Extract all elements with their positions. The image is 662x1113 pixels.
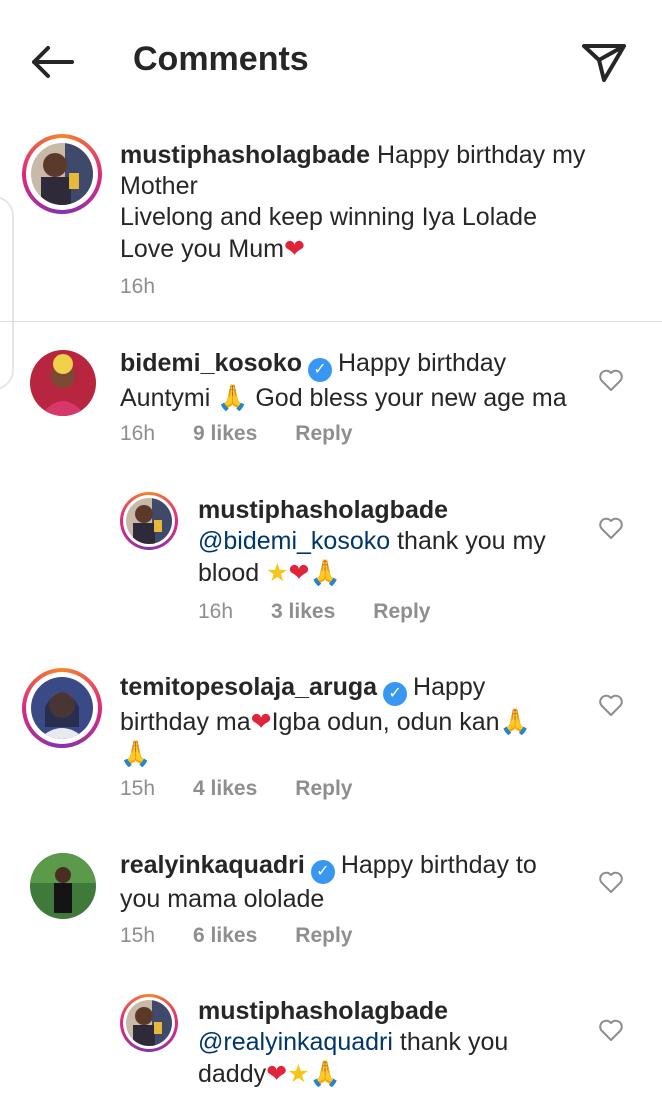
caption-line-2: Mother <box>120 172 198 200</box>
reply-button[interactable]: Reply <box>373 600 430 623</box>
comment-username[interactable]: temitopesolaja_aruga <box>120 673 377 701</box>
verified-badge-icon: ✓ <box>383 682 408 706</box>
likes-count[interactable]: 9 likes <box>193 422 257 445</box>
back-arrow-icon[interactable] <box>26 40 78 84</box>
mention-link[interactable]: @bidemi_kosoko <box>198 527 390 555</box>
side-drawer-handle[interactable] <box>0 196 14 390</box>
pray-emoji: 🙏 <box>309 558 341 587</box>
likes-count[interactable]: 3 likes <box>271 600 335 623</box>
red-heart-emoji: ❤ <box>288 558 310 587</box>
comment-username[interactable]: bidemi_kosoko <box>120 349 302 377</box>
likes-count[interactable]: 6 likes <box>193 924 257 947</box>
share-icon[interactable] <box>578 38 630 86</box>
caption-line-4: Love you Mum <box>120 235 284 263</box>
heart-outline-icon[interactable] <box>598 693 624 717</box>
comment-body-2: you mama ololade <box>120 885 325 913</box>
likes-count[interactable]: 4 likes <box>193 777 257 800</box>
avatar[interactable] <box>120 492 178 550</box>
star-emoji: ★ <box>266 558 289 587</box>
avatar[interactable] <box>30 853 96 919</box>
comment-text: bidemi_kosoko ✓ Happy birthday Auntymi 🙏 G… <box>120 348 590 414</box>
pray-emoji: 🙏 <box>499 707 531 736</box>
caption-time: 16h <box>120 275 156 298</box>
comment-meta: 16h 9 likes Reply <box>120 422 390 446</box>
reply-button[interactable]: Reply <box>295 422 352 445</box>
comment-meta: 16h 3 likes Reply <box>198 600 468 624</box>
avatar[interactable] <box>22 134 102 214</box>
comment-body-1: thank you my <box>397 527 546 555</box>
heart-outline-icon[interactable] <box>598 870 624 894</box>
avatar[interactable] <box>120 994 178 1052</box>
star-emoji: ★ <box>287 1059 310 1088</box>
comment-body-1: Happy birthday to <box>340 851 537 879</box>
pray-emoji: 🙏 <box>120 739 152 768</box>
comment-body-1: Happy birthday <box>338 349 507 377</box>
comment-meta: 15h 6 likes Reply <box>120 924 390 948</box>
comment-time: 15h <box>120 924 156 947</box>
red-heart-emoji: ❤ <box>266 1059 288 1088</box>
comment-time: 15h <box>120 777 156 800</box>
comment-body-2: daddy <box>198 1060 267 1088</box>
comment-text: temitopesolaja_aruga ✓ Happy birthday ma❤I… <box>120 672 590 770</box>
reply-button[interactable]: Reply <box>295 777 352 800</box>
verified-badge-icon: ✓ <box>308 358 332 382</box>
avatar[interactable] <box>22 668 102 748</box>
comment-username[interactable]: mustiphasholagbade <box>198 496 448 524</box>
red-heart-emoji: ❤ <box>250 707 272 736</box>
caption-meta: 16h <box>120 275 193 299</box>
avatar[interactable] <box>30 350 96 416</box>
caption-line-1: Happy birthday my <box>377 141 586 169</box>
caption-line-3: Livelong and keep winning Iya Lolade <box>120 203 537 231</box>
comment-text: realyinkaquadri ✓ Happy birthday to you ma… <box>120 850 590 915</box>
comment-time: 16h <box>120 422 156 445</box>
pray-emoji: 🙏 <box>217 383 249 412</box>
reply-button[interactable]: Reply <box>295 924 352 947</box>
comment-username[interactable]: mustiphasholagbade <box>198 997 448 1025</box>
comment-body-2: Auntymi <box>120 384 211 412</box>
red-heart-emoji: ❤ <box>283 234 305 263</box>
heart-outline-icon[interactable] <box>598 516 624 540</box>
caption-username[interactable]: mustiphasholagbade <box>120 141 370 169</box>
comment-body-3: Igba odun, odun kan <box>271 708 500 736</box>
comment-body-1: thank you <box>399 1028 509 1056</box>
comment-username[interactable]: realyinkaquadri <box>120 851 305 879</box>
comment-body-3: God bless your new age ma <box>255 384 567 412</box>
comment-text: mustiphasholagbade @bidemi_kosoko thank … <box>198 495 578 589</box>
heart-outline-icon[interactable] <box>598 368 624 392</box>
comment-body-2: birthday ma <box>120 708 251 736</box>
pray-emoji: 🙏 <box>309 1059 341 1088</box>
comment-body-1: Happy <box>413 673 486 701</box>
comment-body-2: blood <box>198 559 260 587</box>
divider <box>0 321 662 322</box>
comment-meta: 15h 4 likes Reply <box>120 777 390 801</box>
mention-link[interactable]: @realyinkaquadri <box>198 1028 393 1056</box>
header: Comments <box>0 0 662 118</box>
heart-outline-icon[interactable] <box>598 1018 624 1042</box>
caption-text: mustiphasholagbade Happy birthday my Mot… <box>120 140 640 265</box>
comment-time: 16h <box>198 600 234 623</box>
page-title: Comments <box>133 40 309 78</box>
verified-badge-icon: ✓ <box>310 860 335 884</box>
comment-text: mustiphasholagbade @realyinkaquadri than… <box>198 996 578 1090</box>
